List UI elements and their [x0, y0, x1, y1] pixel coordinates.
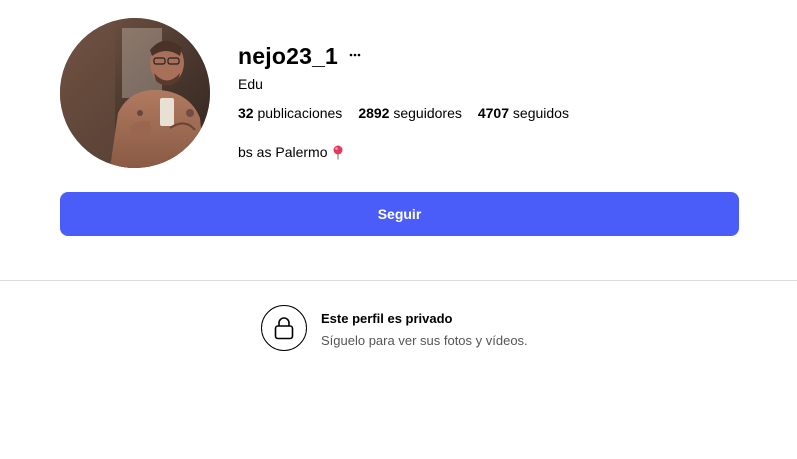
- avatar[interactable]: [60, 18, 210, 168]
- profile-page: nejo23_1 Edu 32 publicaciones 2892 segui…: [0, 0, 797, 459]
- section-divider: [0, 280, 797, 281]
- followers-label: seguidores: [393, 105, 462, 121]
- private-profile-subtitle: Síguelo para ver sus fotos y vídeos.: [321, 333, 528, 348]
- private-lock-badge: [261, 305, 307, 351]
- private-profile-title: Este perfil es privado: [321, 311, 453, 326]
- posts-count: 32: [238, 105, 254, 121]
- following-count: 4707: [477, 105, 510, 121]
- lock-icon: [274, 317, 294, 340]
- bio-text: bs as Palermo: [238, 144, 328, 160]
- follow-button[interactable]: Seguir: [60, 192, 739, 236]
- following-stat[interactable]: 4707 seguidos: [478, 105, 569, 121]
- followers-stat[interactable]: 2892 seguidores: [358, 105, 462, 121]
- profile-stats: 32 publicaciones 2892 seguidores 4707 se…: [238, 105, 569, 121]
- followers-count: 2892: [358, 105, 390, 121]
- following-label: seguidos: [512, 105, 569, 121]
- posts-label: publicaciones: [257, 105, 343, 121]
- bio: bs as Palermo: [238, 144, 344, 160]
- pushpin-icon: [333, 145, 343, 159]
- posts-stat: 32 publicaciones: [238, 105, 342, 121]
- more-options-button[interactable]: [345, 42, 365, 68]
- ellipsis-icon: [349, 53, 361, 57]
- avatar-photo: [60, 18, 210, 168]
- full-name: Edu: [238, 76, 263, 92]
- username: nejo23_1: [238, 43, 339, 69]
